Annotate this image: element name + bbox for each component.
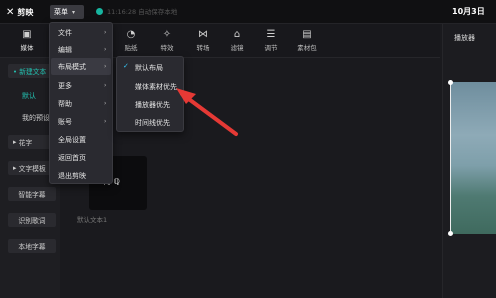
submenu-item-media-first[interactable]: 媒体素材优先	[135, 82, 177, 92]
app-logo: ✕ 剪映	[6, 5, 33, 19]
menu-item-file[interactable]: 文件	[58, 28, 72, 38]
tab-effects-label: 特效	[160, 44, 174, 52]
effects-icon: ✧	[162, 29, 172, 40]
sidebar-item-smart-subtitle[interactable]: 智能字幕	[8, 187, 56, 201]
menu-button[interactable]: 菜单 ▾	[50, 5, 84, 19]
submenu-item-player-first[interactable]: 播放器优先	[135, 100, 170, 110]
thumbnail-label: 默认文本1	[77, 216, 108, 224]
media-icon: ▣	[22, 29, 32, 40]
app-name: 剪映	[17, 7, 34, 17]
adjust-icon: ☰	[266, 29, 276, 40]
submenu-item-default-layout[interactable]: 默认布局	[135, 63, 163, 73]
chevron-right-icon: ›	[104, 46, 107, 53]
tab-package-label: 素材包	[297, 44, 317, 52]
tab-media[interactable]: ▣ 媒体	[10, 28, 44, 54]
tab-sticker-label: 贴纸	[124, 44, 138, 52]
sidebar-item-default[interactable]: 默认	[22, 91, 36, 101]
chevron-right-icon: ›	[104, 118, 107, 125]
tab-filter-label: 滤镜	[230, 44, 244, 52]
chevron-right-icon: ›	[104, 82, 107, 89]
chevron-down-icon: ▾	[72, 8, 76, 16]
tab-adjust[interactable]: ☰ 调节	[254, 28, 288, 54]
chevron-right-icon: ›	[104, 29, 107, 36]
sidebar-item-text-template-label: 文字模板	[18, 165, 46, 173]
menu-item-exit[interactable]: 退出剪映	[58, 171, 86, 181]
transition-icon: ⋈	[198, 29, 208, 40]
menu-item-back-home[interactable]: 返回首页	[58, 153, 86, 163]
autosave-text: 11:16:28 自动保存本地	[107, 8, 178, 16]
chevron-right-icon: ›	[104, 63, 107, 70]
sidebar-item-recognize-lyrics[interactable]: 识别歌词	[8, 213, 56, 227]
menu-item-help[interactable]: 帮助	[58, 99, 72, 109]
tab-filter[interactable]: ⌂ 滤镜	[220, 28, 254, 54]
tab-package[interactable]: ▤ 素材包	[290, 28, 324, 54]
title-bar: ✕ 剪映 菜单 ▾ 11:16:28 自动保存本地 10月3日	[0, 0, 496, 24]
menu-item-account[interactable]: 账号	[58, 117, 72, 127]
crop-handle[interactable]	[448, 80, 453, 85]
tab-media-label: 媒体	[20, 44, 34, 52]
tab-sticker[interactable]: ◔ 贴纸	[114, 28, 148, 54]
crop-handle[interactable]	[448, 231, 453, 236]
project-title: 10月3日	[452, 7, 485, 16]
sidebar-item-huazi-label: 花字	[18, 139, 33, 147]
tab-adjust-label: 调节	[264, 44, 278, 52]
filter-icon: ⌂	[233, 29, 241, 40]
player-video[interactable]	[448, 80, 496, 236]
tab-transition-label: 转场	[196, 44, 210, 52]
autosave-status: 11:16:28 自动保存本地	[96, 6, 177, 16]
capcut-logo-icon: ✕	[6, 6, 15, 18]
tab-effects[interactable]: ✧ 特效	[150, 28, 184, 54]
menu-item-more[interactable]: 更多	[58, 81, 72, 91]
autosave-icon	[96, 7, 103, 15]
tab-transition[interactable]: ⋈ 转场	[186, 28, 220, 54]
sidebar-item-local-subtitle[interactable]: 本地字幕	[8, 239, 56, 253]
player-title: 播放器	[454, 34, 475, 42]
menu-item-layout-mode[interactable]: 布局模式	[58, 62, 86, 72]
submenu-item-timeline-first[interactable]: 时间线优先	[135, 118, 170, 128]
chevron-right-icon: ›	[104, 100, 107, 107]
menu-item-global-settings[interactable]: 全局设置	[58, 135, 86, 145]
sidebar-item-my-presets[interactable]: 我的预设	[22, 113, 50, 123]
package-icon: ▤	[302, 29, 312, 40]
menu-button-label: 菜单	[54, 8, 68, 16]
checkmark-icon: ✓	[123, 62, 129, 70]
layout-submenu: ✓ 默认布局 媒体素材优先 播放器优先 时间线优先	[116, 56, 184, 132]
sticker-icon: ◔	[126, 29, 136, 40]
menu-item-edit[interactable]: 编辑	[58, 45, 72, 55]
main-menu: 文件 › 编辑 › 布局模式 › 更多 › 帮助 › 账号 › 全局设置 返回首…	[49, 22, 113, 184]
